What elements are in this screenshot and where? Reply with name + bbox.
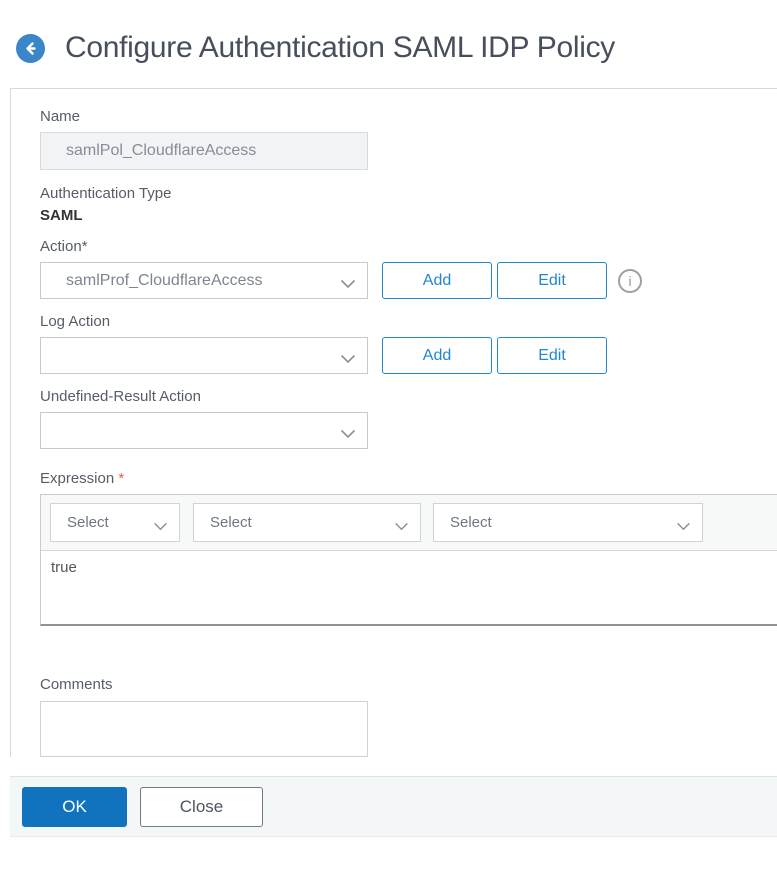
expression-select-2[interactable]: Select — [193, 503, 421, 542]
chevron-down-icon — [394, 518, 409, 535]
expression-select-3-value: Select — [450, 514, 492, 531]
required-asterisk: * — [118, 470, 125, 487]
form-panel: Name Authentication Type SAML Action* sa… — [10, 88, 777, 757]
expression-select-1-value: Select — [67, 514, 109, 531]
comments-label: Comments — [40, 676, 113, 693]
authentication-type-value: SAML — [40, 207, 83, 224]
undefined-result-action-select[interactable] — [40, 412, 368, 449]
action-select[interactable]: samlProf_CloudflareAccess — [40, 262, 368, 299]
info-icon[interactable]: i — [618, 268, 642, 293]
expression-select-2-value: Select — [210, 514, 252, 531]
name-label: Name — [40, 108, 81, 125]
undefined-result-action-row — [40, 412, 777, 449]
comments-input[interactable] — [40, 701, 368, 757]
expression-label-text: Expression — [40, 470, 119, 487]
log-action-edit-button[interactable]: Edit — [497, 337, 607, 374]
log-action-row: Add Edit — [40, 337, 777, 374]
page-title: Configure Authentication SAML IDP Policy — [65, 31, 615, 64]
ok-button[interactable]: OK — [22, 786, 127, 827]
chevron-down-icon — [676, 518, 691, 535]
expression-input[interactable]: true — [41, 551, 777, 624]
expression-select-3[interactable]: Select — [433, 503, 703, 542]
chevron-down-icon — [340, 351, 356, 369]
undefined-result-action-label: Undefined-Result Action — [40, 388, 201, 405]
close-button[interactable]: Close — [140, 786, 263, 827]
policy-form: Name Authentication Type SAML Action* sa… — [11, 89, 777, 757]
authentication-type-label: Authentication Type — [40, 185, 172, 202]
back-button[interactable] — [16, 33, 45, 63]
action-select-value: samlProf_CloudflareAccess — [66, 271, 263, 289]
page-header: Configure Authentication SAML IDP Policy — [0, 0, 777, 65]
expression-select-1[interactable]: Select — [50, 503, 180, 542]
action-edit-button[interactable]: Edit — [497, 262, 607, 299]
expression-toolbar: Select Select Select — [41, 495, 777, 551]
expression-editor: Select Select Select true — [40, 494, 777, 626]
log-action-select[interactable] — [40, 337, 368, 374]
log-action-label: Log Action — [40, 313, 111, 330]
expression-label: Expression * — [40, 470, 777, 488]
action-label: Action* — [40, 238, 88, 255]
footer-bar: OK Close — [10, 776, 777, 837]
back-arrow-icon — [23, 41, 38, 56]
chevron-down-icon — [153, 518, 168, 535]
action-row: samlProf_CloudflareAccess Add Edit i — [40, 262, 777, 299]
log-action-add-button[interactable]: Add — [382, 337, 492, 374]
action-add-button[interactable]: Add — [382, 262, 492, 299]
chevron-down-icon — [340, 426, 356, 444]
configure-saml-idp-policy-page: Configure Authentication SAML IDP Policy… — [0, 0, 777, 877]
name-input[interactable] — [40, 132, 368, 170]
chevron-down-icon — [340, 276, 356, 294]
